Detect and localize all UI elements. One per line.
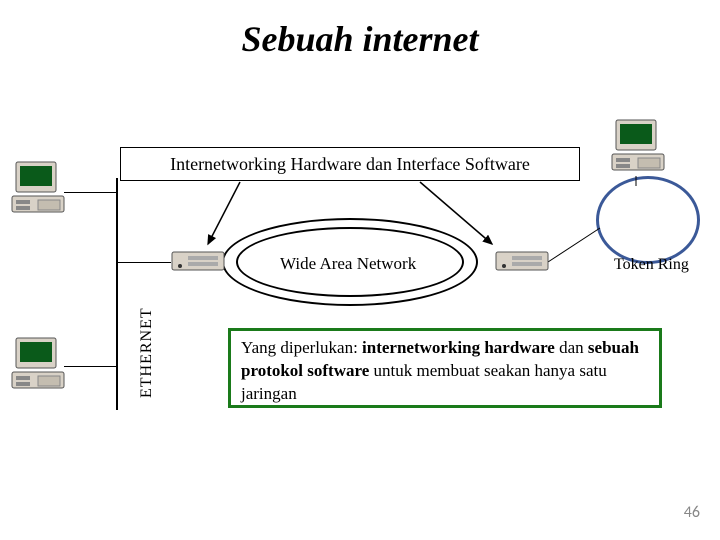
slide-title: Sebuah internet xyxy=(0,18,720,60)
ethernet-bus-line xyxy=(116,178,118,410)
ethernet-tap-line xyxy=(117,262,171,263)
slide-number: 46 xyxy=(684,503,700,522)
subtitle-box: Internetworking Hardware dan Interface S… xyxy=(120,147,580,181)
token-ring-circle xyxy=(596,176,700,264)
desc-prefix: Yang diperlukan: xyxy=(241,338,362,357)
wan-label: Wide Area Network xyxy=(280,254,416,274)
router-icon xyxy=(494,246,550,276)
desc-bold-hardware: internetworking hardware xyxy=(362,338,555,357)
desc-mid: dan xyxy=(555,338,588,357)
token-ring-label: Token Ring xyxy=(614,256,689,274)
ethernet-tap-line xyxy=(64,192,116,193)
subtitle-text: Internetworking Hardware dan Interface S… xyxy=(170,154,530,175)
router-icon xyxy=(170,246,226,276)
ethernet-tap-line xyxy=(64,366,116,367)
description-text: Yang diperlukan: internetworking hardwar… xyxy=(241,338,639,403)
ethernet-label: ETHERNET xyxy=(138,307,156,398)
computer-icon xyxy=(8,160,68,218)
computer-icon xyxy=(608,118,668,176)
description-box: Yang diperlukan: internetworking hardwar… xyxy=(228,328,662,408)
computer-icon xyxy=(8,336,68,394)
